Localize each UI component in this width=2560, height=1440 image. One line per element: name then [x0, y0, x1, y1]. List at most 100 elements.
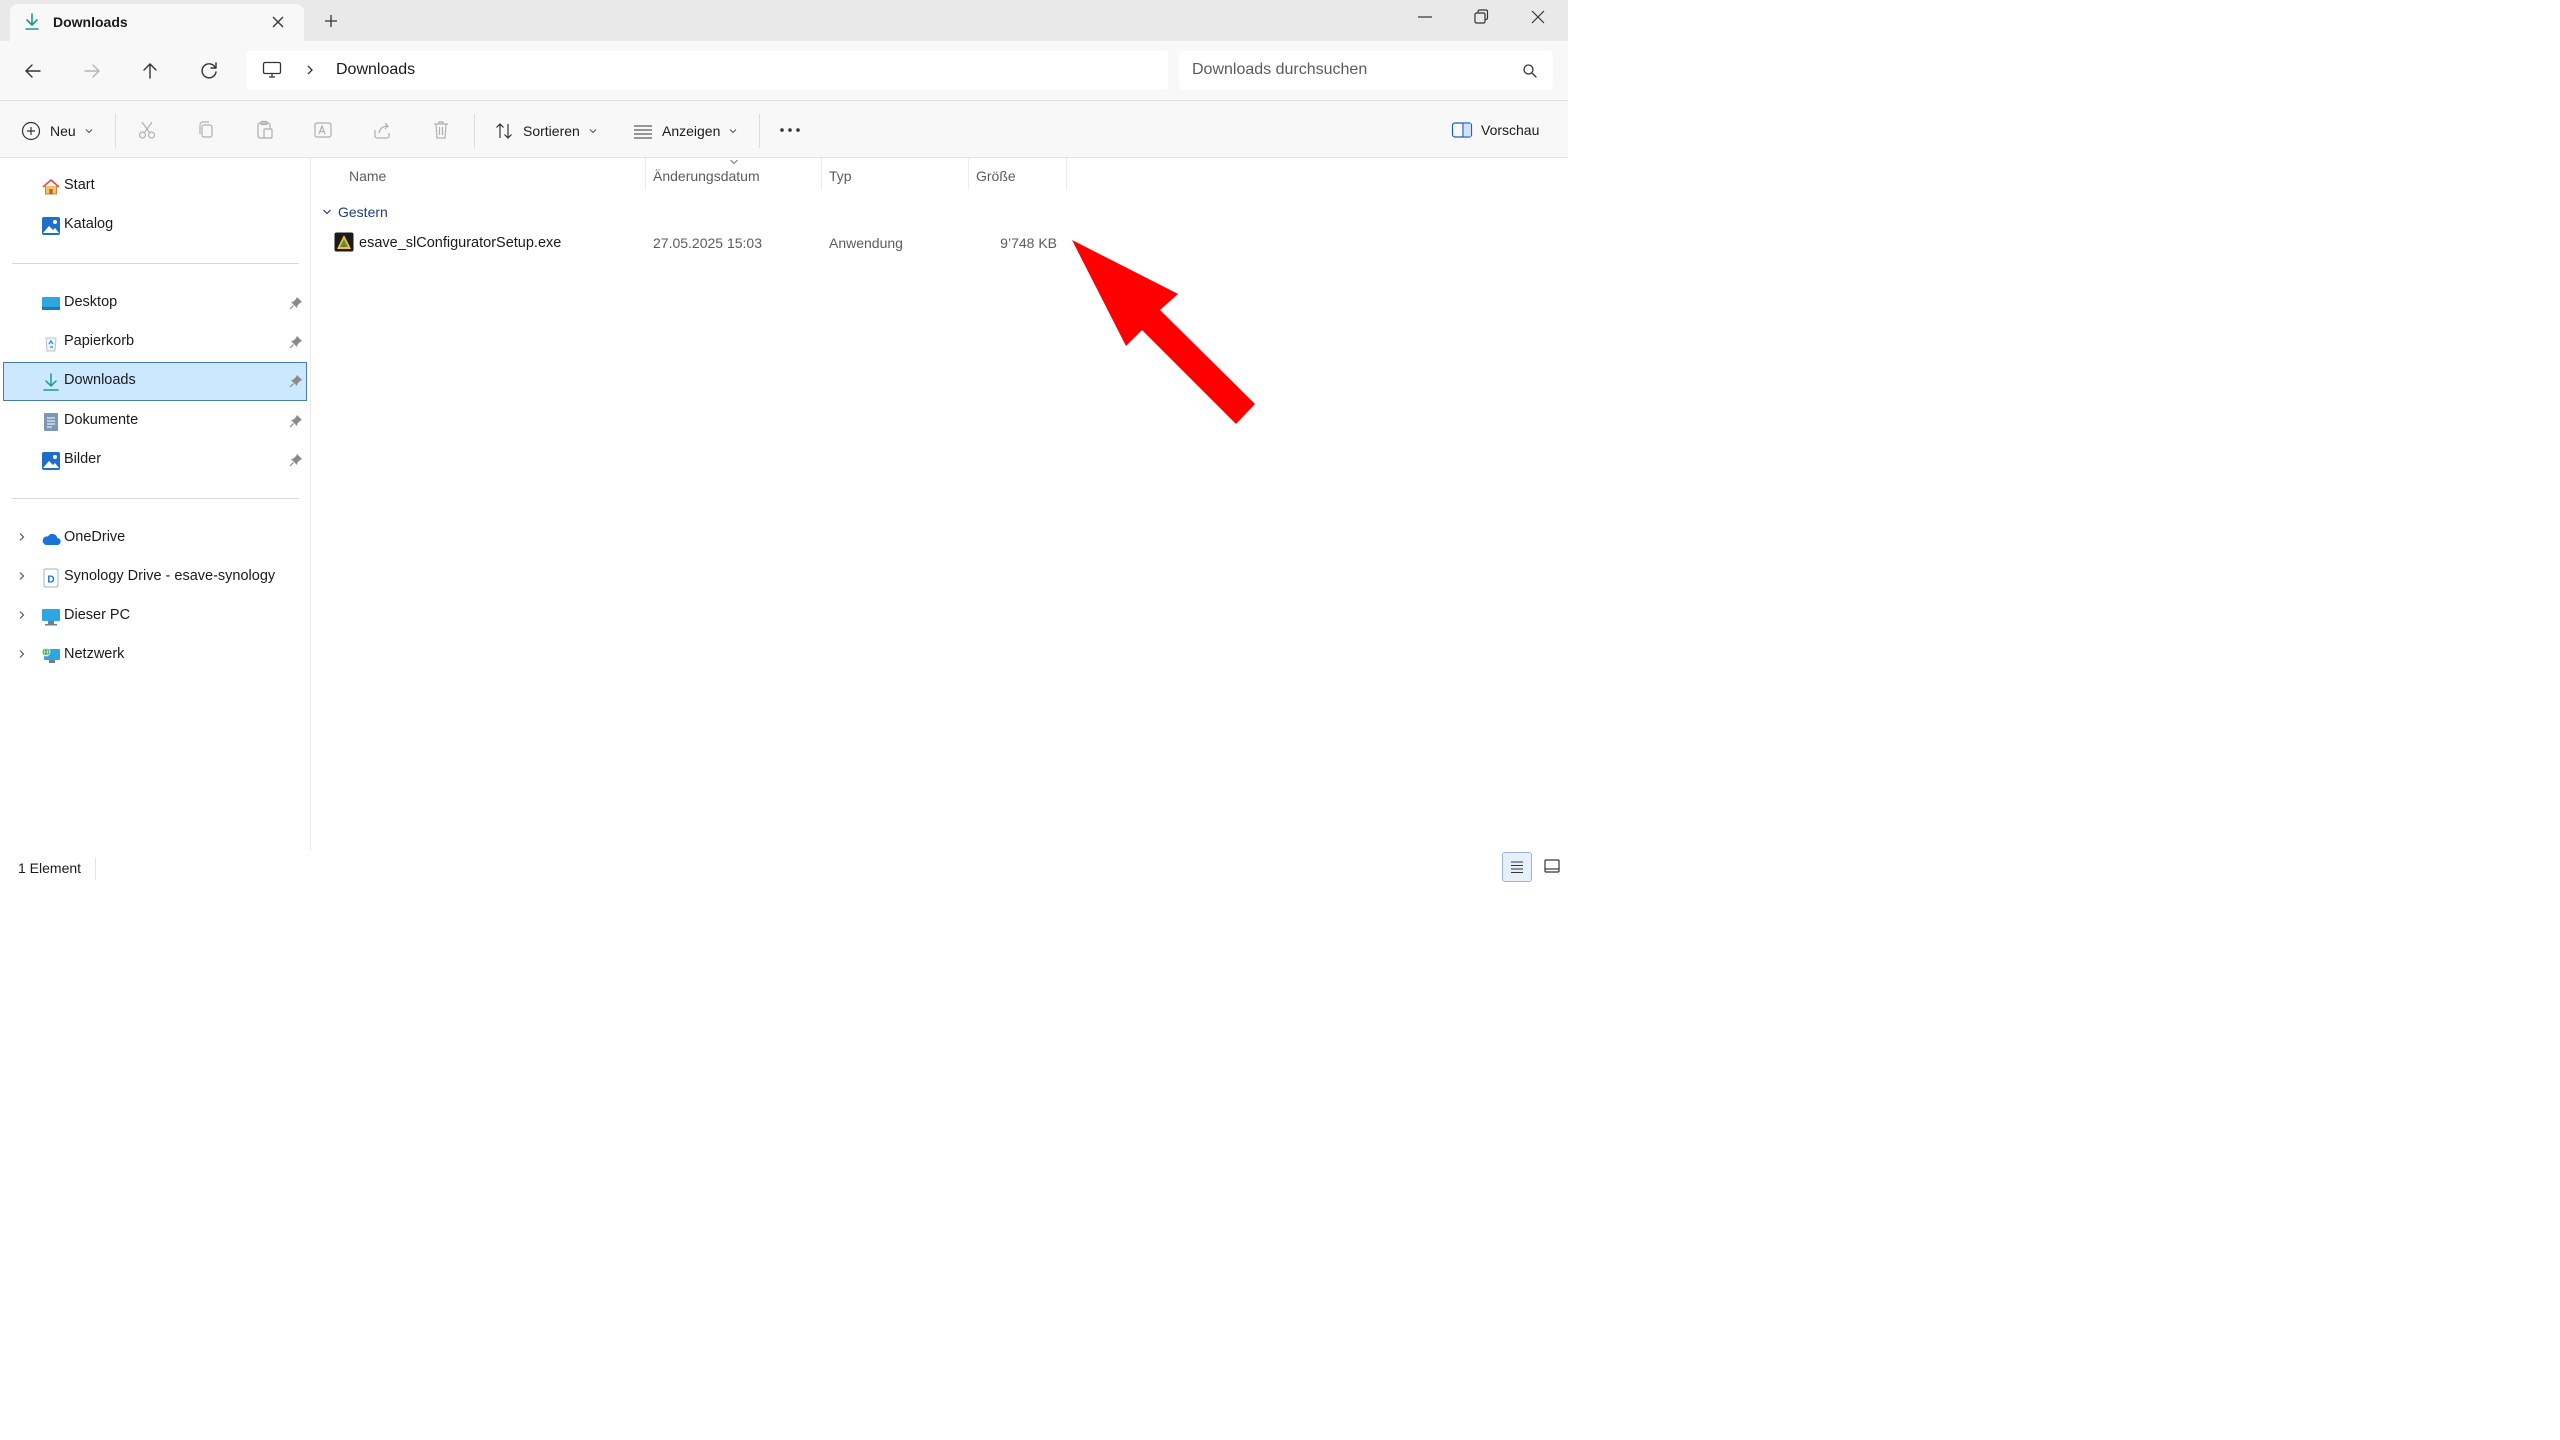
preview-button[interactable]: Vorschau: [1451, 121, 1539, 139]
navigation-pane: Start Katalog Desktop Papierkorb Downloa…: [0, 158, 311, 850]
tiles-view-icon[interactable]: [1537, 852, 1567, 882]
sidebar-divider: [12, 498, 299, 499]
search-placeholder: Downloads durchsuchen: [1192, 61, 1368, 78]
sidebar-item-label: Dokumente: [64, 412, 139, 428]
recycle-bin-icon: [41, 333, 61, 353]
chevron-right-icon[interactable]: [304, 64, 316, 76]
sidebar-item-label: Netzwerk: [64, 646, 125, 662]
table-row[interactable]: esave_slConfiguratorSetup.exe 27.05.2025…: [331, 230, 1071, 258]
chevron-right-icon[interactable]: [17, 649, 27, 659]
file-size: 9’748 KB: [1000, 235, 1057, 251]
column-divider[interactable]: [1066, 158, 1067, 190]
sidebar-item-desktop[interactable]: Desktop: [3, 284, 307, 322]
search-input[interactable]: Downloads durchsuchen: [1179, 51, 1553, 90]
navigation-bar: Downloads Downloads durchsuchen: [0, 41, 1568, 100]
delete-icon[interactable]: [430, 119, 452, 141]
share-icon[interactable]: [371, 119, 393, 141]
title-bar: Downloads: [0, 0, 1568, 41]
pin-icon[interactable]: [289, 453, 303, 467]
file-name: esave_slConfiguratorSetup.exe: [359, 235, 562, 251]
chevron-down-icon: [84, 126, 94, 136]
close-tab-icon[interactable]: [269, 13, 287, 31]
pc-icon: [41, 607, 61, 627]
sidebar-item-label: Desktop: [64, 294, 118, 310]
close-window-icon[interactable]: [1528, 7, 1548, 27]
file-date: 27.05.2025 15:03: [653, 235, 762, 251]
sidebar-item-dieser-pc[interactable]: Dieser PC: [3, 597, 307, 635]
pin-icon[interactable]: [289, 374, 303, 388]
paste-icon[interactable]: [254, 119, 276, 141]
column-header-type[interactable]: Typ: [829, 168, 852, 184]
column-divider[interactable]: [968, 158, 969, 190]
preview-label: Vorschau: [1481, 122, 1540, 138]
forward-icon[interactable]: [80, 59, 104, 83]
chevron-down-icon: [588, 126, 598, 136]
sidebar-item-netzwerk[interactable]: Netzwerk: [3, 636, 307, 674]
sidebar-item-label: Papierkorb: [64, 333, 135, 349]
copy-icon[interactable]: [195, 119, 217, 141]
sidebar-item-katalog[interactable]: Katalog: [3, 206, 307, 244]
rename-icon[interactable]: [312, 119, 334, 141]
pin-icon[interactable]: [289, 296, 303, 310]
sidebar-item-label: OneDrive: [64, 529, 126, 545]
tab-downloads[interactable]: Downloads: [10, 4, 304, 41]
sidebar-item-label: Katalog: [64, 216, 114, 232]
new-button[interactable]: Neu: [21, 121, 94, 141]
sidebar-item-onedrive[interactable]: OneDrive: [3, 519, 307, 557]
up-icon[interactable]: [138, 59, 162, 83]
application-icon: [334, 232, 354, 252]
address-bar[interactable]: Downloads: [246, 51, 1168, 90]
details-view-icon[interactable]: [1502, 852, 1532, 882]
chevron-right-icon[interactable]: [17, 571, 27, 581]
sidebar-item-papierkorb[interactable]: Papierkorb: [3, 323, 307, 361]
group-header[interactable]: Gestern: [338, 204, 388, 220]
sidebar-item-label: Bilder: [64, 451, 102, 467]
plus-circle-icon: [21, 121, 41, 141]
column-divider[interactable]: [645, 158, 646, 190]
view-list-icon: [633, 121, 653, 141]
divider: [759, 114, 760, 148]
back-icon[interactable]: [21, 59, 45, 83]
pin-icon[interactable]: [289, 414, 303, 428]
column-header-date[interactable]: Änderungsdatum: [653, 168, 760, 184]
download-icon: [41, 372, 61, 392]
column-divider[interactable]: [821, 158, 822, 190]
minimize-icon[interactable]: [1415, 7, 1435, 27]
sidebar-item-dokumente[interactable]: Dokumente: [3, 402, 307, 440]
sort-button[interactable]: Sortieren: [494, 121, 598, 141]
sidebar-item-bilder[interactable]: Bilder: [3, 441, 307, 479]
home-icon: [41, 177, 61, 197]
sidebar-item-label: Downloads: [64, 372, 136, 388]
sidebar-divider: [12, 263, 299, 264]
chevron-right-icon[interactable]: [17, 532, 27, 542]
restore-icon[interactable]: [1471, 7, 1491, 27]
more-options-icon[interactable]: [778, 122, 800, 144]
sidebar-item-start[interactable]: Start: [3, 167, 307, 205]
breadcrumb-downloads[interactable]: Downloads: [336, 61, 415, 79]
search-icon[interactable]: [1522, 63, 1538, 79]
new-label: Neu: [50, 123, 76, 139]
chevron-down-icon: [728, 126, 738, 136]
column-header-size[interactable]: Größe: [976, 168, 1016, 184]
pc-icon[interactable]: [262, 61, 282, 79]
status-bar: 1 Element: [0, 850, 1568, 887]
file-list: Name Änderungsdatum Typ Größe Gestern es…: [311, 158, 1568, 850]
new-tab-icon[interactable]: [320, 10, 342, 32]
column-header-name[interactable]: Name: [349, 168, 386, 184]
view-button[interactable]: Anzeigen: [633, 121, 738, 141]
synology-drive-icon: D: [41, 568, 61, 588]
sidebar-item-downloads[interactable]: Downloads: [3, 362, 307, 401]
pin-icon[interactable]: [289, 335, 303, 349]
chevron-right-icon[interactable]: [17, 610, 27, 620]
tab-title: Downloads: [53, 14, 128, 30]
chevron-down-icon[interactable]: [322, 207, 332, 217]
sort-icon: [494, 121, 514, 141]
file-type: Anwendung: [829, 235, 903, 251]
svg-text:D: D: [47, 575, 54, 586]
refresh-icon[interactable]: [197, 59, 221, 83]
sidebar-item-synology-drive[interactable]: D Synology Drive - esave-synology: [3, 558, 307, 596]
view-label: Anzeigen: [662, 123, 721, 139]
cut-icon[interactable]: [136, 119, 158, 141]
sort-label: Sortieren: [523, 123, 580, 139]
command-bar: Neu Sortieren Anzeigen Vorschau: [0, 100, 1568, 158]
